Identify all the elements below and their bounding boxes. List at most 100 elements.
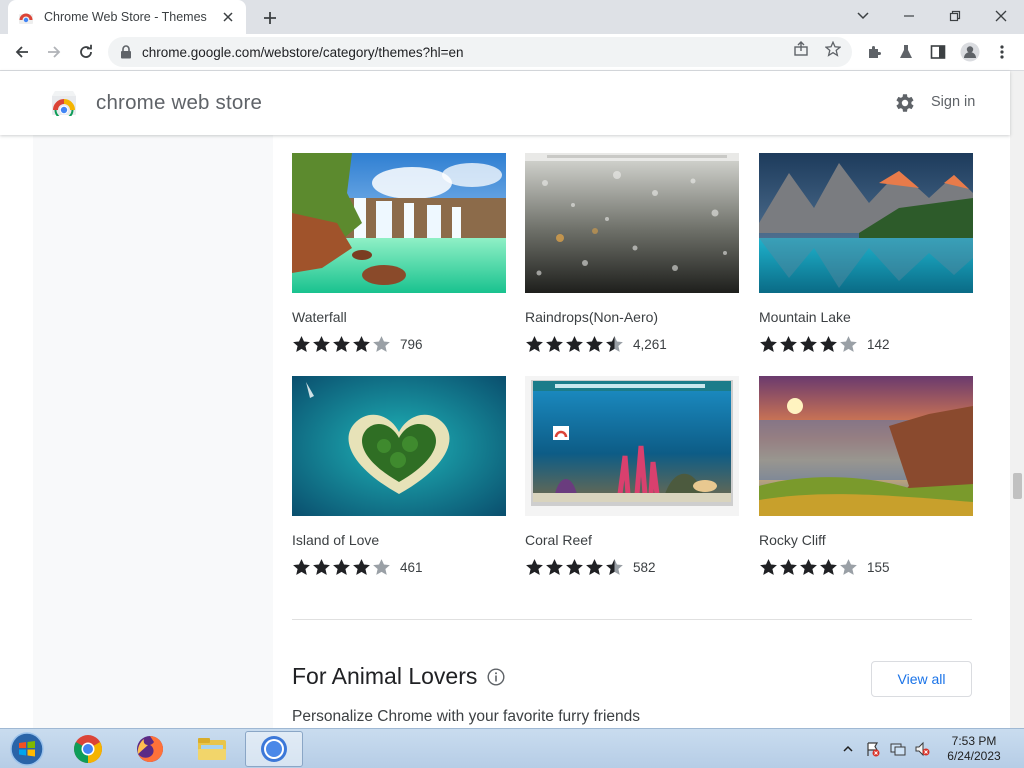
star-full-icon — [526, 559, 543, 575]
restore-icon — [949, 10, 961, 22]
star-rating — [292, 558, 392, 577]
forward-button[interactable] — [40, 38, 68, 66]
star-full-icon — [760, 559, 777, 575]
theme-card-mountain-lake[interactable]: Mountain Lake 142 — [759, 153, 973, 352]
theme-thumbnail[interactable] — [292, 376, 506, 516]
minimize-button[interactable] — [894, 4, 924, 28]
minimize-icon — [904, 15, 914, 17]
arrow-left-icon — [15, 46, 28, 58]
theme-card-coral-reef[interactable]: Coral Reef 582 — [525, 376, 739, 575]
star-full-icon — [566, 559, 583, 575]
browser-titlebar: Chrome Web Store - Themes — [0, 0, 1024, 34]
themes-content: Waterfall 796 Raindrops(Non-Aero) 4,261 … — [273, 135, 1010, 728]
volume-muted-icon[interactable] — [914, 741, 930, 757]
view-all-button[interactable]: View all — [871, 661, 972, 697]
flask-icon — [900, 45, 912, 58]
star-empty-icon — [840, 559, 857, 575]
sign-in-link[interactable]: Sign in — [931, 94, 975, 110]
taskbar-firefox[interactable] — [121, 731, 179, 767]
puzzle-icon — [869, 46, 881, 58]
reload-button[interactable] — [72, 38, 100, 66]
info-icon[interactable] — [487, 667, 505, 686]
extensions-button[interactable] — [864, 42, 884, 62]
star-full-icon — [546, 336, 563, 352]
back-button[interactable] — [8, 38, 36, 66]
star-rating — [525, 335, 625, 354]
restore-button[interactable] — [940, 4, 970, 28]
lock-icon — [121, 45, 131, 59]
labs-button[interactable] — [896, 42, 916, 62]
star-full-icon — [566, 336, 583, 352]
chrome-icon — [74, 735, 102, 763]
star-full-icon — [293, 336, 310, 352]
profile-avatar-icon — [960, 42, 980, 62]
taskbar-file-explorer[interactable] — [183, 731, 241, 767]
theme-title[interactable]: Island of Love — [292, 532, 379, 548]
theme-thumbnail[interactable] — [525, 376, 739, 516]
theme-card-raindrops[interactable]: Raindrops(Non-Aero) 4,261 — [525, 153, 739, 352]
chrome-window-icon — [261, 736, 287, 762]
page-scrollbar[interactable] — [1010, 71, 1024, 728]
section-subtitle: Personalize Chrome with your favorite fu… — [292, 708, 641, 725]
theme-title[interactable]: Coral Reef — [525, 532, 592, 548]
star-rating — [759, 335, 859, 354]
theme-thumbnail[interactable] — [759, 153, 973, 293]
taskbar-chrome-active[interactable] — [245, 731, 303, 767]
taskbar-chrome[interactable] — [59, 731, 117, 767]
bookmark-star-icon[interactable] — [825, 41, 841, 57]
star-full-icon — [760, 336, 777, 352]
star-full-icon — [526, 336, 543, 352]
star-full-icon — [546, 559, 563, 575]
theme-thumbnail[interactable] — [525, 153, 739, 293]
chrome-web-store-logo[interactable] — [51, 90, 77, 116]
star-full-icon — [820, 559, 837, 575]
start-button-icon[interactable] — [8, 731, 46, 767]
theme-rating: 4,261 — [525, 335, 667, 354]
network-icon[interactable] — [890, 741, 906, 757]
star-rating — [759, 558, 859, 577]
theme-card-rocky-cliff[interactable]: Rocky Cliff 155 — [759, 376, 973, 575]
folder-icon — [198, 738, 226, 760]
star-full-icon — [353, 336, 370, 352]
close-window-button[interactable] — [986, 4, 1016, 28]
theme-thumbnail[interactable] — [292, 153, 506, 293]
star-full-icon — [800, 559, 817, 575]
side-panel-button[interactable] — [928, 42, 948, 62]
clock-time: 7:53 PM — [951, 734, 997, 748]
action-center-flag-icon[interactable] — [865, 741, 881, 757]
profile-button[interactable] — [960, 42, 980, 62]
theme-thumbnail[interactable] — [759, 376, 973, 516]
close-tab-icon[interactable] — [220, 9, 236, 25]
star-rating — [292, 335, 392, 354]
plus-icon — [264, 12, 276, 24]
store-name[interactable]: chrome web store — [96, 91, 262, 115]
tab-title: Chrome Web Store - Themes — [44, 10, 207, 24]
rating-count: 796 — [400, 337, 423, 352]
menu-button[interactable] — [992, 42, 1012, 62]
star-full-icon — [313, 559, 330, 575]
system-clock[interactable]: 7:53 PM 6/24/2023 — [946, 734, 1002, 764]
theme-rating: 461 — [292, 558, 423, 577]
scrollbar-thumb[interactable] — [1013, 473, 1022, 499]
tab-search-button[interactable] — [848, 4, 878, 28]
show-hidden-icons-icon[interactable] — [842, 741, 854, 757]
browser-tab[interactable]: Chrome Web Store - Themes — [8, 0, 246, 34]
section-divider — [292, 619, 972, 620]
theme-title[interactable]: Raindrops(Non-Aero) — [525, 309, 658, 325]
star-full-icon — [333, 336, 350, 352]
settings-gear-icon[interactable] — [892, 91, 916, 115]
rating-count: 4,261 — [633, 337, 667, 352]
section-title: For Animal Lovers — [292, 663, 478, 689]
new-tab-button[interactable] — [258, 6, 282, 30]
theme-card-island-of-love[interactable]: Island of Love 461 — [292, 376, 506, 575]
rating-count: 582 — [633, 560, 656, 575]
star-full-icon — [780, 559, 797, 575]
theme-title[interactable]: Rocky Cliff — [759, 532, 826, 548]
theme-rating: 796 — [292, 335, 423, 354]
share-icon[interactable] — [793, 41, 809, 57]
address-bar[interactable]: chrome.google.com/webstore/category/them… — [108, 37, 852, 67]
theme-title[interactable]: Waterfall — [292, 309, 347, 325]
chrome-web-store-favicon — [19, 13, 33, 24]
theme-title[interactable]: Mountain Lake — [759, 309, 851, 325]
theme-card-waterfall[interactable]: Waterfall 796 — [292, 153, 506, 352]
